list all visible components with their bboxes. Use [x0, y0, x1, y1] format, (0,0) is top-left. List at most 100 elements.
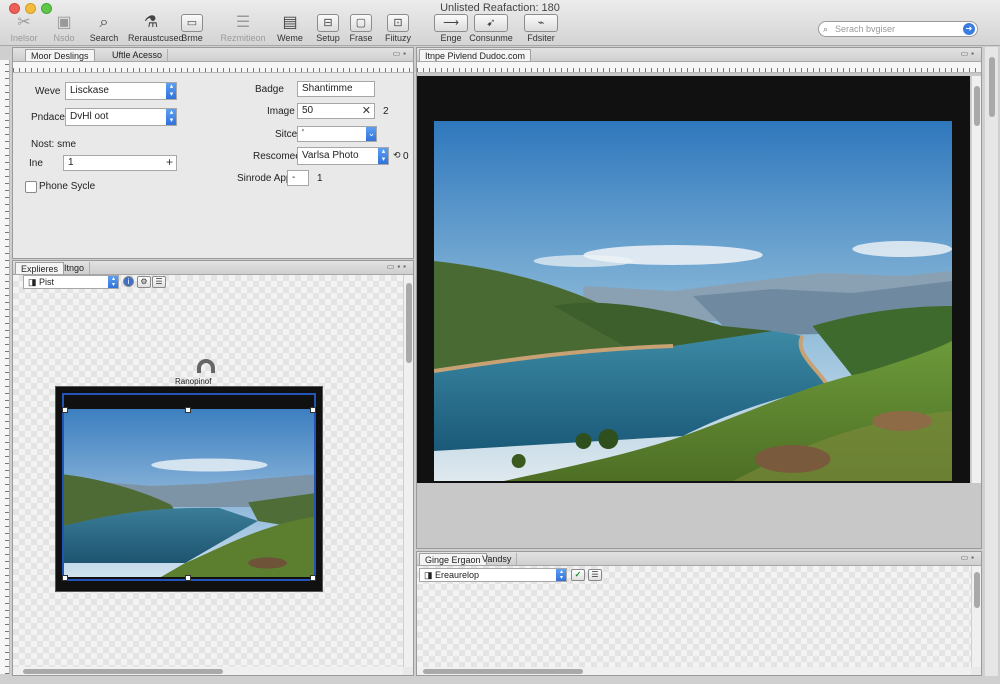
toolbar-item-fdsiter[interactable]: ⌁ Fdsiter	[518, 14, 564, 43]
options-icon[interactable]: ⚙	[137, 276, 151, 288]
stepper-icon[interactable]: ▴ ▾	[166, 83, 176, 99]
list-view-icon[interactable]: ☰	[152, 276, 166, 288]
rescomee-label: Rescomee	[253, 151, 301, 162]
viewer-pane: Itnpe Pivlend Dudoc.com ▭▪	[416, 47, 982, 549]
phone-sycle-checkbox[interactable]	[25, 181, 37, 193]
chevron-down-icon[interactable]: ⌄	[366, 127, 376, 141]
clear-icon[interactable]: ✕	[362, 104, 371, 118]
explorer-dropdown[interactable]: ◨ Pist ▴ ▾	[23, 275, 119, 289]
explorer-scrollbar-v[interactable]	[403, 275, 413, 667]
rotate-handle-icon[interactable]	[197, 359, 215, 373]
resize-handle[interactable]	[62, 407, 68, 413]
produce-select[interactable]: DvHl oot ▴ ▾	[65, 108, 177, 126]
image-count: 2	[383, 106, 389, 117]
resize-handle[interactable]	[310, 575, 316, 581]
plus-icon[interactable]: +	[166, 156, 173, 169]
sitce-label: Sitce	[275, 129, 298, 140]
tab-vandsy[interactable]: Vandsy	[477, 553, 518, 565]
bottom-scrollbar-h[interactable]	[417, 667, 971, 675]
tab-moor-deslings[interactable]: Moor Deslings	[25, 49, 95, 61]
produce-label: Pndace	[31, 112, 65, 123]
bottom-right-pane: Ginge Ergaon Vandsy ▭▪ ◨ Ereaurelop ▴ ▾ ✓…	[416, 551, 982, 676]
sinrode-input[interactable]: -	[287, 170, 309, 186]
scroll-thumb[interactable]	[989, 57, 995, 117]
scroll-thumb[interactable]	[406, 283, 412, 363]
toolbar-item-rezmitieon[interactable]: ☰ Rezmitieon	[218, 14, 268, 44]
explorer-tabbar: Explieres Itngo ▭▪▪	[13, 261, 413, 275]
scroll-thumb[interactable]	[974, 572, 980, 608]
phone-sycle-label: Phone Sycle	[39, 181, 96, 192]
list-view-icon[interactable]: ☰	[588, 569, 602, 581]
tab-explieres[interactable]: Explieres	[15, 262, 65, 274]
image-input[interactable]: 50 ✕	[297, 103, 375, 119]
window-scrollbar-v[interactable]	[984, 47, 998, 676]
explorer-scrollbar-h[interactable]	[13, 667, 403, 675]
list-icon: ☰	[235, 14, 251, 31]
explorer-pane: Explieres Itngo ▭▪▪ ◨ Pist ▴ ▾ i ⚙ ☰ Rano…	[12, 260, 414, 676]
sitce-select[interactable]: ' ⌄	[297, 126, 377, 142]
ine-input[interactable]: 1 +	[63, 155, 177, 171]
tab-itngo[interactable]: Itngo	[59, 262, 91, 274]
scroll-thumb[interactable]	[974, 86, 980, 126]
stepper-icon[interactable]: ▴ ▾	[556, 569, 566, 581]
toolbar-item-inelsor[interactable]: ✂ Inelsor	[4, 14, 44, 44]
refresh-icon[interactable]: ⟲	[393, 150, 401, 161]
window-toolbar: Unlisted Reafaction: 180 ✂ Inelsor ▣ Nsd…	[0, 0, 1000, 46]
selection-box[interactable]	[62, 393, 316, 581]
toolbar-item-reraustcused[interactable]: ⚗ Reraustcused	[128, 14, 184, 44]
main-image	[434, 121, 952, 481]
stepper-icon[interactable]: ▴ ▾	[378, 148, 388, 164]
layers-icon: ▣	[56, 14, 72, 31]
badge-input[interactable]: Shantimme	[297, 81, 375, 97]
pin-icon: ➹	[474, 14, 508, 32]
toolbar-search-input[interactable]: ⌕ Serach bvgiser ➜	[818, 21, 978, 37]
viewer-canvas[interactable]	[417, 76, 970, 483]
resize-handle[interactable]	[62, 575, 68, 581]
search-go-icon[interactable]: ➜	[963, 23, 975, 35]
resize-handle[interactable]	[185, 575, 191, 581]
tab-viewer-document[interactable]: Itnpe Pivlend Dudoc.com	[419, 49, 532, 61]
image-label: Image	[267, 106, 295, 117]
stepper-icon[interactable]: ▴ ▾	[166, 109, 176, 125]
viewer-scrollbar-v[interactable]	[971, 76, 981, 483]
toolbar-item-frase[interactable]: ▢ Frase	[341, 14, 381, 43]
pane-controls[interactable]: ▭▪▪	[387, 262, 409, 271]
document-icon: ◨	[424, 570, 436, 580]
scroll-thumb[interactable]	[23, 669, 223, 674]
pane-controls[interactable]: ▭▪	[393, 49, 409, 58]
flask-icon: ⚗	[143, 14, 159, 31]
photo-filter-icon: ⌁	[524, 14, 558, 32]
search-field-icon: ⌕	[823, 24, 829, 34]
toolbar-item-consunme[interactable]: ➹ Consunme	[468, 14, 514, 43]
ine-label: Ine	[29, 158, 43, 169]
pane-controls[interactable]: ▭▪	[961, 49, 977, 58]
bottom-scrollbar-v[interactable]	[971, 566, 981, 667]
resize-handle[interactable]	[185, 407, 191, 413]
toolbar-item-fiituzy[interactable]: ⊡ Fiituzy	[378, 14, 418, 43]
toolbar-item-nsdo[interactable]: ▣ Nsdo	[44, 14, 84, 44]
document-icon: ◨	[28, 277, 40, 287]
scroll-thumb[interactable]	[423, 669, 583, 674]
properties-tabbar: Moor Deslings Uftle Acesso ▭▪	[13, 48, 413, 62]
search-icon: ⌕	[99, 14, 109, 31]
toolbar-item-weme[interactable]: ▤ Weme	[270, 14, 310, 44]
bottom-dropdown[interactable]: ◨ Ereaurelop ▴ ▾	[419, 568, 567, 582]
pane-controls[interactable]: ▭▪	[961, 553, 977, 562]
stepper-icon[interactable]: ▴ ▾	[108, 276, 118, 288]
search-placeholder: Serach bvgiser	[835, 24, 896, 34]
info-icon[interactable]: i	[123, 276, 134, 287]
resize-handle[interactable]	[310, 407, 316, 413]
checkmark-icon[interactable]: ✓	[571, 569, 585, 581]
rescomee-select[interactable]: Varlsa Photo ▴ ▾	[297, 147, 389, 165]
toolbar-item-brme[interactable]: ▭ Brme	[172, 14, 212, 43]
toolbar-item-search[interactable]: ⌕ Search	[84, 14, 124, 44]
selected-thumbnail[interactable]	[55, 386, 323, 592]
setup-icon: ⊟	[317, 14, 339, 32]
weve-select[interactable]: Lisckase ▴ ▾	[65, 82, 177, 100]
window-title: Unlisted Reafaction: 180	[440, 2, 560, 14]
vertical-ruler	[0, 60, 10, 674]
properties-pane: Moor Deslings Uftle Acesso ▭▪ Weve Lisck…	[12, 47, 414, 259]
tab-uftle-acesso[interactable]: Uftle Acesso	[107, 49, 169, 61]
arrow-right-icon: ⟶	[434, 14, 468, 32]
thumbnail-caption: Ranopinof	[175, 377, 212, 386]
